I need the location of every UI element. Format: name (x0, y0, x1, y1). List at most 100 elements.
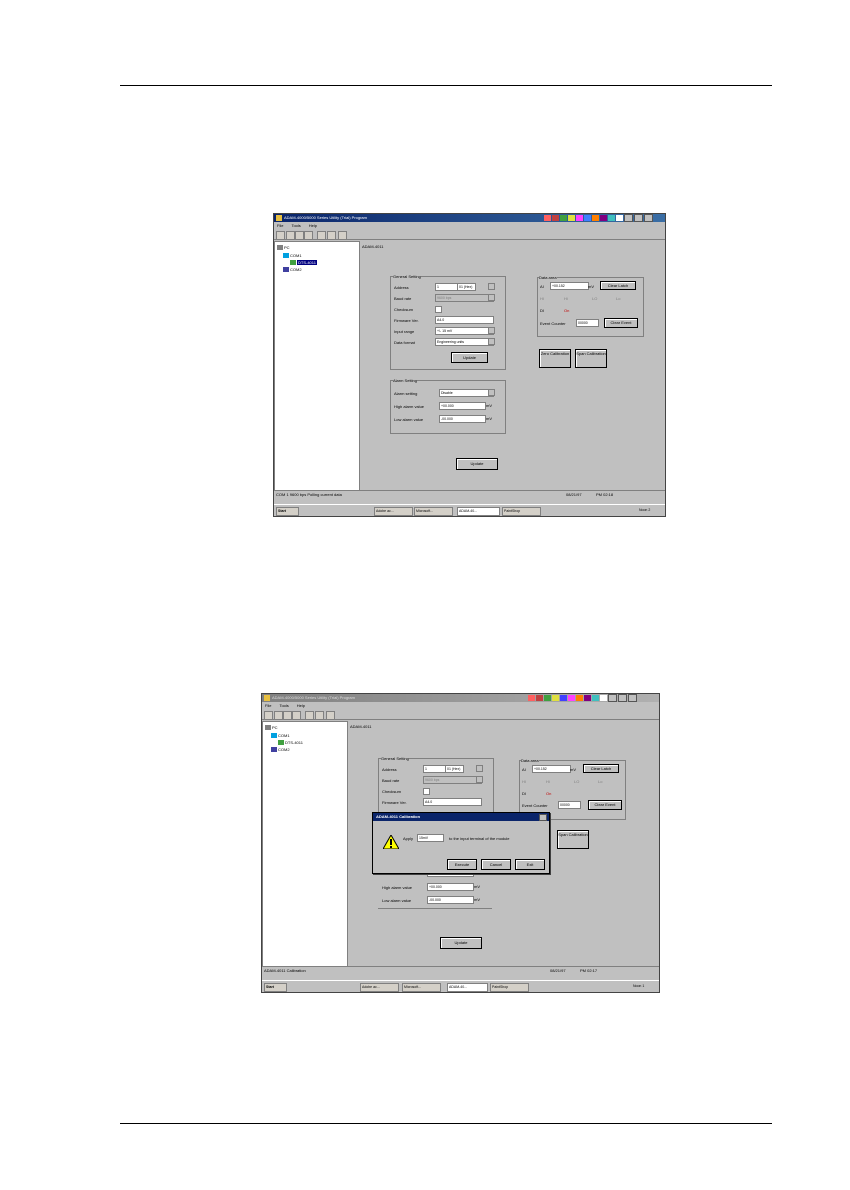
menu-help[interactable]: Help (309, 222, 317, 229)
toolbar-button[interactable] (305, 711, 314, 720)
toolbar-button[interactable] (264, 711, 273, 720)
tray-icon[interactable] (560, 215, 567, 221)
tray-icon[interactable] (584, 695, 591, 701)
tray-icon[interactable] (536, 695, 543, 701)
chevron-down-icon[interactable] (488, 327, 495, 334)
baud-rate-select[interactable]: 9600 bps (423, 776, 482, 784)
tray-icon[interactable] (600, 215, 607, 221)
start-button[interactable]: Start (264, 983, 287, 992)
tray-icon[interactable] (568, 215, 575, 221)
taskbar-item-active[interactable]: ADAM-40... (447, 983, 488, 992)
toolbar-button[interactable] (295, 231, 304, 240)
cancel-button[interactable]: Cancel (481, 859, 511, 870)
tray-icon[interactable] (560, 695, 567, 701)
address-spin-icon[interactable] (488, 283, 495, 290)
high-alarm-input[interactable]: +00.000 (427, 883, 474, 891)
taskbar-item-active[interactable]: ADAM-40... (457, 507, 500, 516)
taskbar-item[interactable]: Adobe ac... (374, 507, 413, 516)
maximize-icon[interactable] (634, 214, 643, 222)
general-update-button[interactable]: Update (451, 352, 488, 363)
menu-tools[interactable]: Tools (279, 702, 288, 709)
tree-item-module-selected[interactable]: DTS-4011 (297, 260, 317, 265)
menu-tools[interactable]: Tools (291, 222, 300, 229)
chevron-down-icon[interactable] (488, 338, 495, 345)
tray-icon[interactable] (584, 215, 591, 221)
menu-file[interactable]: File (277, 222, 283, 229)
taskbar-item[interactable]: PaintShop (490, 983, 529, 992)
close-icon[interactable] (539, 814, 547, 821)
low-alarm-input[interactable]: -00.000 (439, 415, 486, 423)
address-spin-icon[interactable] (476, 765, 483, 772)
minimize-icon[interactable] (608, 694, 617, 702)
exit-button[interactable]: Exit (515, 859, 545, 870)
quick-launch-icons[interactable] (302, 507, 343, 514)
alarm-update-button[interactable]: Update (440, 937, 482, 949)
maximize-icon[interactable] (618, 694, 627, 702)
toolbar-button[interactable] (315, 711, 324, 720)
toolbar-button[interactable] (304, 231, 313, 240)
tray-icon[interactable] (552, 215, 559, 221)
clear-event-button[interactable]: Clear Event (604, 318, 638, 328)
menu-help[interactable]: Help (297, 702, 305, 709)
checksum-checkbox[interactable] (435, 306, 442, 313)
close-icon[interactable] (628, 694, 637, 702)
high-alarm-input[interactable]: +00.000 (439, 402, 486, 410)
toolbar-button[interactable] (317, 231, 326, 240)
low-alarm-input[interactable]: -00.000 (427, 896, 474, 904)
dialog-title-bar[interactable]: ADAM-4011 Calibration (373, 813, 549, 821)
toolbar-button[interactable] (276, 231, 285, 240)
tree-item-pc[interactable]: PC (272, 725, 278, 730)
tree-item-pc[interactable]: PC (284, 245, 290, 250)
menu-file[interactable]: File (265, 702, 271, 709)
close-icon[interactable] (644, 214, 653, 222)
tray-icon[interactable] (600, 695, 607, 701)
address-input[interactable]: 1 (423, 765, 446, 773)
tree-item-com2[interactable]: COM2 (290, 267, 302, 272)
tree-item-com1[interactable]: COM1 (278, 733, 290, 738)
clear-latch-button[interactable]: Clear Latch (600, 281, 636, 290)
checksum-checkbox[interactable] (423, 788, 430, 795)
tree-item-com2[interactable]: COM2 (278, 747, 290, 752)
execute-button[interactable]: Execute (447, 859, 477, 870)
data-format-select[interactable]: Engineering units (435, 338, 494, 346)
taskbar-item[interactable]: Microsoft... (414, 507, 453, 516)
alarm-update-button[interactable]: Update (456, 458, 498, 470)
taskbar-item[interactable]: Microsoft... (402, 983, 441, 992)
input-range-select[interactable]: +/- 15 mV (435, 327, 494, 335)
tray-icon[interactable] (576, 695, 583, 701)
clear-latch-button[interactable]: Clear Latch (583, 764, 619, 773)
toolbar-button[interactable] (292, 711, 301, 720)
tray-icon[interactable] (616, 215, 623, 221)
tray-icon[interactable] (552, 695, 559, 701)
toolbar-button[interactable] (327, 231, 336, 240)
address-input[interactable]: 1 (435, 283, 458, 291)
toolbar-button[interactable] (326, 711, 335, 720)
tray-icon[interactable] (544, 215, 551, 221)
taskbar-item[interactable]: Adobe ac... (360, 983, 399, 992)
taskbar-item[interactable]: PaintShop (502, 507, 541, 516)
tree-item-module[interactable]: DTS-4011 (285, 740, 303, 745)
chevron-down-icon[interactable] (476, 776, 483, 783)
toolbar-button[interactable] (274, 711, 283, 720)
toolbar-button[interactable] (286, 231, 295, 240)
tray-icon[interactable] (568, 695, 575, 701)
clear-event-button[interactable]: Clear Event (588, 800, 622, 810)
toolbar-button[interactable] (338, 231, 347, 240)
baud-rate-select[interactable]: 9600 bps (435, 294, 494, 302)
quick-launch-icons[interactable] (290, 983, 331, 990)
tray-icon[interactable] (608, 215, 615, 221)
alarm-mode-select[interactable]: Disable (439, 389, 494, 397)
zero-calibration-button[interactable]: Zero Calibration (539, 349, 571, 368)
tree-item-com1[interactable]: COM1 (290, 253, 302, 258)
span-calibration-button[interactable]: Span Calibration (557, 830, 589, 849)
tray-icon[interactable] (592, 695, 599, 701)
toolbar-button[interactable] (283, 711, 292, 720)
span-calibration-button[interactable]: Span Calibration (575, 349, 607, 368)
tray-icon[interactable] (576, 215, 583, 221)
tray-icon[interactable] (592, 215, 599, 221)
chevron-down-icon[interactable] (488, 389, 495, 396)
minimize-icon[interactable] (624, 214, 633, 222)
chevron-down-icon[interactable] (488, 294, 495, 301)
start-button[interactable]: Start (276, 507, 299, 516)
tray-icon[interactable] (544, 695, 551, 701)
